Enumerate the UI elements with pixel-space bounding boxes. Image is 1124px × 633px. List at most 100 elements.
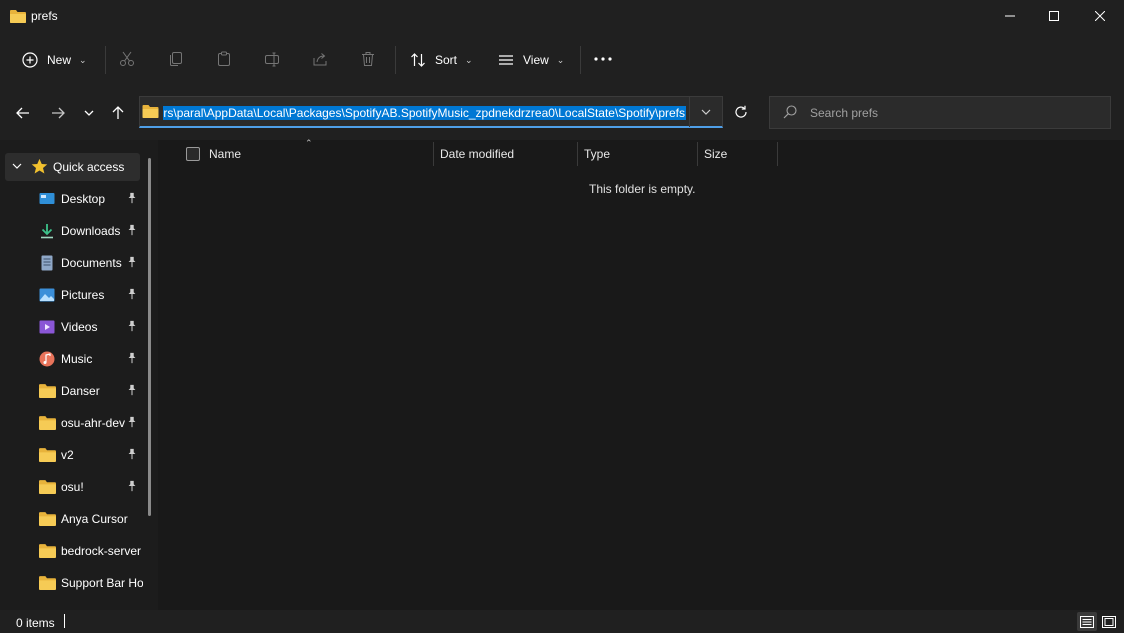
chevron-down-icon bbox=[701, 109, 711, 115]
refresh-button[interactable] bbox=[727, 97, 755, 127]
desktop-icon bbox=[39, 191, 55, 207]
arrow-left-icon bbox=[16, 107, 29, 119]
column-header-date-modified[interactable]: Date modified bbox=[440, 147, 514, 161]
documents-icon bbox=[39, 255, 55, 271]
details-view-button[interactable] bbox=[1077, 612, 1097, 631]
music-icon bbox=[39, 351, 55, 367]
pin-icon bbox=[127, 256, 137, 270]
column-header-name[interactable]: Name bbox=[209, 147, 241, 161]
folder-icon bbox=[39, 383, 56, 399]
copy-icon[interactable] bbox=[168, 51, 184, 67]
up-button[interactable] bbox=[104, 99, 132, 127]
sidebar-item-bedrock-server[interactable]: bedrock-server bbox=[0, 536, 150, 566]
item-count: 0 items bbox=[16, 616, 55, 630]
sidebar-item-music[interactable]: Music bbox=[0, 344, 150, 374]
large-icons-view-icon bbox=[1102, 615, 1116, 628]
address-path-text: C:\Users\paral\AppData\Local\Packages\Sp… bbox=[163, 106, 686, 120]
large-icons-view-button[interactable] bbox=[1099, 612, 1119, 631]
minimize-button[interactable] bbox=[987, 0, 1033, 32]
sidebar-item-label: Anya Cursor bbox=[61, 512, 128, 526]
sidebar-item-label: bedrock-server bbox=[61, 544, 142, 558]
sidebar-item-label: Videos bbox=[61, 320, 98, 334]
sidebar-item-documents[interactable]: Documents bbox=[0, 248, 150, 278]
share-icon[interactable] bbox=[312, 51, 328, 67]
rename-icon[interactable] bbox=[264, 51, 280, 67]
view-button[interactable]: View ⌄ bbox=[498, 44, 564, 76]
chevron-down-icon[interactable] bbox=[12, 163, 22, 169]
sidebar-item-osu[interactable]: osu! bbox=[0, 472, 150, 502]
pin-icon bbox=[127, 320, 137, 334]
search-placeholder: Search prefs bbox=[810, 106, 879, 120]
close-button[interactable] bbox=[1077, 0, 1123, 32]
column-divider[interactable] bbox=[577, 142, 578, 166]
sidebar-item-osu-ahr-dev[interactable]: osu-ahr-dev bbox=[0, 408, 150, 438]
folder-icon bbox=[142, 105, 159, 118]
file-list[interactable] bbox=[160, 140, 1124, 610]
sidebar-item-v2[interactable]: v2 bbox=[0, 440, 150, 470]
sidebar-scrollbar[interactable] bbox=[148, 158, 151, 516]
arrow-right-icon bbox=[52, 107, 65, 119]
sidebar-item-label: osu-ahr-dev bbox=[61, 416, 126, 430]
address-path[interactable]: C:\Users\paral\AppData\Local\Packages\Sp… bbox=[163, 104, 686, 122]
column-divider[interactable] bbox=[697, 142, 698, 166]
videos-icon bbox=[39, 319, 55, 335]
folder-icon bbox=[39, 575, 56, 591]
sort-button[interactable]: Sort ⌄ bbox=[410, 44, 473, 76]
sort-ascending-icon: ⌃ bbox=[305, 138, 313, 148]
column-header-size[interactable]: Size bbox=[704, 147, 727, 161]
sidebar-item-support-bar-ho[interactable]: Support Bar Ho bbox=[0, 568, 150, 598]
toolbar-divider bbox=[580, 46, 581, 74]
column-divider[interactable] bbox=[433, 142, 434, 166]
select-all-checkbox[interactable] bbox=[186, 147, 200, 161]
toolbar-divider bbox=[105, 46, 106, 74]
plus-circle-icon bbox=[22, 52, 38, 68]
maximize-icon bbox=[1049, 11, 1059, 21]
sidebar-item-videos[interactable]: Videos bbox=[0, 312, 150, 342]
pin-icon bbox=[127, 448, 137, 462]
column-divider[interactable] bbox=[777, 142, 778, 166]
star-icon bbox=[31, 158, 48, 174]
column-header-type[interactable]: Type bbox=[584, 147, 610, 161]
sidebar-item-downloads[interactable]: Downloads bbox=[0, 216, 150, 246]
sidebar-item-label: Danser bbox=[61, 384, 100, 398]
window-title: prefs bbox=[31, 9, 58, 23]
folder-icon bbox=[39, 479, 56, 495]
status-divider bbox=[64, 614, 65, 628]
recent-locations-button[interactable] bbox=[75, 99, 103, 127]
toolbar-divider bbox=[395, 46, 396, 74]
pin-icon bbox=[127, 384, 137, 398]
empty-folder-message: This folder is empty. bbox=[589, 182, 696, 196]
search-icon bbox=[783, 105, 797, 119]
sidebar-item-label: Downloads bbox=[61, 224, 121, 238]
maximize-button[interactable] bbox=[1031, 0, 1077, 32]
sidebar-item-label: Pictures bbox=[61, 288, 105, 302]
downloads-icon bbox=[39, 223, 55, 239]
title-bar bbox=[0, 0, 1124, 34]
sidebar-item-desktop[interactable]: Desktop bbox=[0, 184, 150, 214]
sidebar-item-anya-cursor[interactable]: Anya Cursor bbox=[0, 504, 150, 534]
pin-icon bbox=[127, 224, 137, 238]
sidebar-item-pictures[interactable]: Pictures bbox=[0, 280, 150, 310]
sidebar-item-label: Documents bbox=[61, 256, 122, 270]
status-bar bbox=[0, 610, 1124, 633]
sidebar-item-danser[interactable]: Danser bbox=[0, 376, 150, 406]
chevron-down-icon: ⌄ bbox=[556, 54, 565, 65]
address-history-button[interactable] bbox=[689, 97, 722, 127]
back-button[interactable] bbox=[9, 99, 37, 127]
paste-icon[interactable] bbox=[216, 51, 232, 67]
view-label: View bbox=[523, 53, 549, 67]
arrow-up-icon bbox=[112, 106, 124, 119]
folder-icon bbox=[39, 511, 56, 527]
minimize-icon bbox=[1005, 15, 1015, 17]
pin-icon bbox=[127, 416, 137, 430]
sidebar-item-label: Support Bar Ho bbox=[61, 576, 143, 590]
cut-icon[interactable] bbox=[119, 51, 135, 67]
forward-button[interactable] bbox=[44, 99, 72, 127]
pin-icon bbox=[127, 192, 137, 206]
sidebar-item-label: Music bbox=[61, 352, 93, 366]
new-button[interactable]: New ⌄ bbox=[22, 44, 87, 76]
delete-icon[interactable] bbox=[360, 51, 376, 67]
more-options-icon[interactable] bbox=[594, 55, 612, 63]
chevron-down-icon: ⌄ bbox=[465, 54, 473, 65]
folder-icon bbox=[39, 415, 56, 431]
